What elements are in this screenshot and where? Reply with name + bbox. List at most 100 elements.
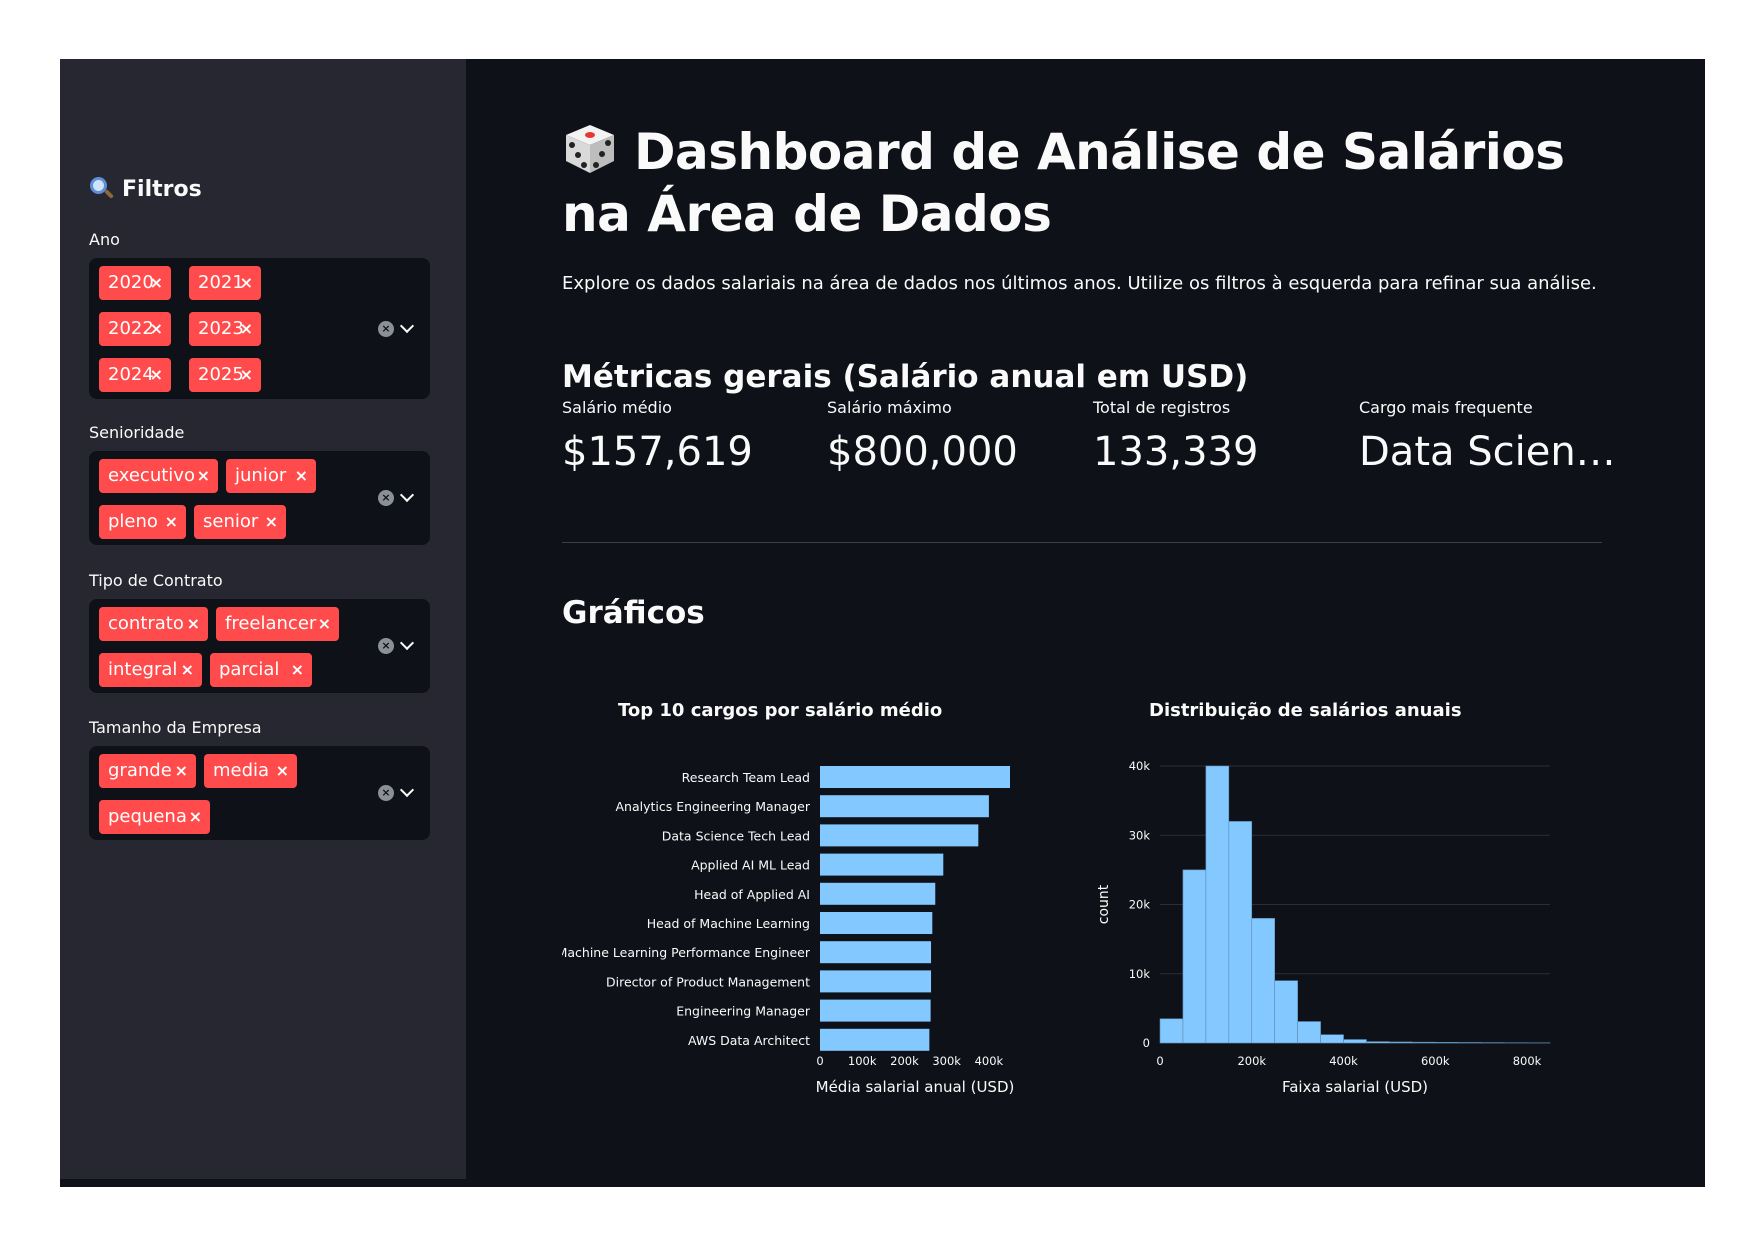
remove-tag-icon[interactable]: ×	[276, 754, 289, 788]
clear-all-icon[interactable]: ×	[378, 638, 394, 654]
chevron-down-icon[interactable]	[399, 782, 415, 798]
remove-tag-icon[interactable]: ×	[295, 459, 308, 493]
filter-tag[interactable]: junior ×	[226, 459, 316, 493]
y-tick-label: 40k	[1129, 759, 1151, 773]
bar	[820, 999, 931, 1022]
filter-tag-label: integral	[108, 659, 178, 680]
filter-tag[interactable]: 2020 ×	[99, 266, 171, 300]
remove-tag-icon[interactable]: ×	[189, 800, 202, 834]
y-tick-label: Head of Machine Learning	[647, 916, 810, 931]
clear-all-icon[interactable]: ×	[378, 490, 394, 506]
metric-total-records: Total de registros 133,339	[1093, 398, 1258, 475]
histogram-bar	[1251, 918, 1276, 1044]
filter-tag[interactable]: 2022 ×	[99, 312, 171, 346]
chevron-down-icon[interactable]	[399, 487, 415, 503]
chevron-down-icon[interactable]	[399, 318, 415, 333]
histogram-bar	[1182, 869, 1207, 1044]
multiselect-contrato[interactable]: contrato × freelancer × integral × parcial × ×	[89, 599, 430, 693]
filter-tag[interactable]: pleno ×	[99, 505, 186, 539]
filter-tag[interactable]: 2024 ×	[99, 358, 171, 392]
metric-value: Data Scien…	[1359, 429, 1616, 475]
remove-tag-icon[interactable]: ×	[265, 505, 278, 539]
sidebar: Filtros Ano 2020 × 2021 × 2022 × 2023 × 2024 × 2025…	[60, 59, 466, 1179]
filter-tag-label: 2021	[198, 272, 244, 293]
clear-all-icon[interactable]: ×	[378, 320, 394, 337]
x-tick-label: 400k	[1329, 1054, 1358, 1068]
chevron-down-icon[interactable]	[399, 635, 415, 651]
remove-tag-icon[interactable]: ×	[150, 312, 163, 346]
histogram-bar	[1412, 1041, 1436, 1044]
bar-chart[interactable]: Research Team Lead Analytics Engineering …	[562, 759, 1062, 1187]
metric-top-role: Cargo mais frequente Data Scien…	[1359, 398, 1616, 475]
filter-tag[interactable]: executivo ×	[99, 459, 218, 493]
remove-tag-icon[interactable]: ×	[240, 358, 253, 392]
remove-tag-icon[interactable]: ×	[240, 266, 253, 300]
x-tick-label: 300k	[932, 1054, 961, 1068]
histogram-bar	[1320, 1034, 1344, 1044]
metric-value: 133,339	[1093, 429, 1259, 475]
bar	[820, 912, 933, 934]
y-tick-label: Director of Product Management	[606, 974, 810, 989]
metric-value: $800,000	[827, 429, 1018, 475]
remove-tag-icon[interactable]: ×	[318, 607, 331, 641]
y-tick-label: Applied AI ML Lead	[691, 858, 810, 873]
divider	[562, 542, 1602, 543]
bar	[820, 766, 1010, 788]
remove-tag-icon[interactable]: ×	[175, 754, 188, 788]
filter-tag[interactable]: freelancer ×	[216, 607, 339, 641]
sidebar-title: Filtros	[88, 176, 202, 202]
histogram-bar	[1457, 1042, 1482, 1044]
filter-tag[interactable]: 2021 ×	[189, 266, 261, 300]
filter-tag-label: pleno	[108, 511, 158, 532]
multiselect-senioridade[interactable]: executivo × junior × pleno × senior × ×	[89, 451, 430, 545]
filter-tag[interactable]: senior ×	[194, 505, 286, 539]
y-tick-label: Machine Learning Performance Engineer	[562, 945, 811, 960]
remove-tag-icon[interactable]: ×	[187, 607, 200, 641]
histogram-chart[interactable]: 0 10k 20k 30k 40k 0 200k 400k 600k 800k Faixa sala…	[1096, 759, 1656, 1187]
x-tick-label: 0	[1156, 1054, 1163, 1068]
histogram-bar	[1389, 1041, 1413, 1044]
filter-tag-label: parcial	[219, 659, 280, 680]
y-tick-label: 30k	[1129, 828, 1151, 842]
metric-label: Salário máximo	[827, 398, 952, 417]
page-title: Dashboard de Análise de Salários na Área…	[562, 121, 1602, 245]
page-title-text: Dashboard de Análise de Salários na Área…	[562, 123, 1565, 243]
filter-tag-label: grande	[108, 760, 172, 781]
x-tick-label: 200k	[1237, 1054, 1266, 1068]
filter-tag[interactable]: integral ×	[99, 653, 202, 687]
remove-tag-icon[interactable]: ×	[291, 653, 304, 687]
filter-tag[interactable]: parcial ×	[210, 653, 312, 687]
bar	[820, 882, 936, 905]
remove-tag-icon[interactable]: ×	[150, 266, 163, 300]
clear-all-icon[interactable]: ×	[378, 785, 394, 801]
filter-tag-label: 2024	[108, 364, 154, 385]
filter-tag[interactable]: pequena ×	[99, 800, 210, 834]
filter-tag-label: junior	[235, 465, 287, 486]
histogram-bar	[1297, 1021, 1321, 1044]
sidebar-title-text: Filtros	[122, 176, 202, 202]
bar	[820, 795, 989, 818]
main-content: Dashboard de Análise de Salários na Área…	[466, 59, 1705, 1187]
filter-tag[interactable]: 2025 ×	[189, 358, 261, 392]
dice-icon	[562, 121, 618, 177]
filter-label-contrato: Tipo de Contrato	[89, 571, 223, 590]
multiselect-empresa[interactable]: grande × media × pequena × ×	[89, 746, 430, 840]
filter-tag[interactable]: grande ×	[99, 754, 196, 788]
metrics-heading: Métricas gerais (Salário anual em USD)	[562, 359, 1249, 395]
filter-tag-label: 2020	[108, 272, 154, 293]
remove-tag-icon[interactable]: ×	[197, 459, 210, 493]
multiselect-ano[interactable]: 2020 × 2021 × 2022 × 2023 × 2024 × 2025 × ×	[89, 258, 430, 399]
histogram-bar	[1228, 821, 1253, 1044]
metric-label: Salário médio	[562, 398, 672, 417]
metric-value: $157,619	[562, 429, 753, 475]
filter-tag[interactable]: media ×	[204, 754, 297, 788]
remove-tag-icon[interactable]: ×	[181, 653, 194, 687]
y-axis-label: count	[1096, 884, 1112, 924]
remove-tag-icon[interactable]: ×	[150, 358, 163, 392]
remove-tag-icon[interactable]: ×	[165, 505, 178, 539]
filter-tag-label: 2023	[198, 318, 244, 339]
filter-tag[interactable]: 2023 ×	[189, 312, 261, 346]
metric-avg-salary: Salário médio $157,619	[562, 398, 753, 475]
remove-tag-icon[interactable]: ×	[240, 312, 253, 346]
filter-tag[interactable]: contrato ×	[99, 607, 208, 641]
